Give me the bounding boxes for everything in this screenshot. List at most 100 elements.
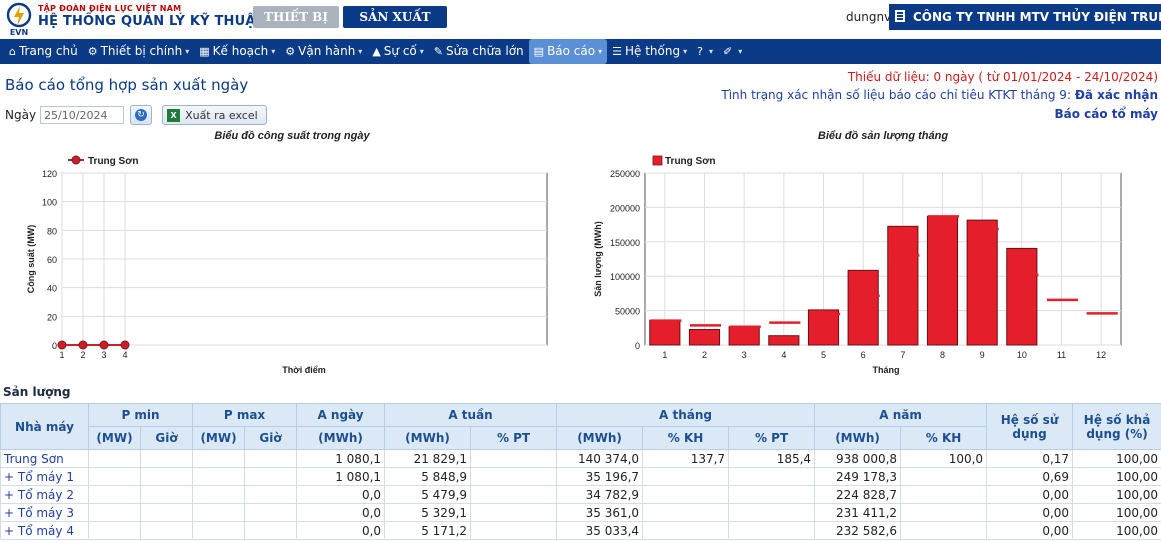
nav-item-0[interactable]: ⌂ Trang chủ — [4, 39, 83, 64]
nav-item-5[interactable]: ✎ Sửa chữa lớn — [429, 39, 529, 64]
row-plant-name[interactable]: + Tổ máy 2 — [0, 485, 89, 504]
export-excel-button[interactable]: X Xuất ra excel — [162, 105, 267, 125]
legend-label: Trung Sơn — [665, 156, 715, 167]
row-plant-name[interactable]: Trung Sơn — [0, 449, 89, 468]
company-selector[interactable]: CÔNG TY TNHH MTV THỦY ĐIỆN TRUNG SƠN — [889, 4, 1161, 30]
cell-a-month-kh — [642, 467, 730, 486]
nav-item-6[interactable]: ▤ Báo cáo ▾ — [528, 39, 608, 64]
legend-swatch — [652, 155, 663, 166]
x-tick-label: 9 — [980, 350, 985, 360]
col-pmin: P min — [87, 403, 194, 427]
cell-avail: 100,00 — [1072, 503, 1161, 522]
wrench-icon: ✎ — [433, 45, 443, 58]
y-tick-label: 50000 — [615, 307, 640, 317]
sub-a-year-kh: % KH — [900, 426, 988, 450]
cell-a-week: 21 829,1 — [384, 449, 472, 468]
cell-a-month-kh — [642, 521, 730, 540]
cell-pmax-h — [244, 485, 298, 504]
nav-item-7[interactable]: ☰ Hệ thống ▾ — [607, 39, 692, 64]
cell-pmin-mw — [88, 503, 141, 522]
col-a-year: A năm — [814, 403, 988, 427]
y-axis-label: Sản lượng (MWh) — [593, 221, 603, 296]
y-tick-label: 150000 — [610, 238, 640, 248]
refresh-icon: ↻ — [135, 109, 148, 121]
gears-icon: ⚙ — [87, 45, 98, 58]
cell-pmax-mw — [192, 503, 246, 522]
cell-a-year: 224 828,7 — [814, 485, 902, 504]
cell-pmax-mw — [192, 449, 246, 468]
y-axis-label: Công suất (MW) — [26, 225, 36, 293]
y-tick-label: 0 — [52, 341, 57, 351]
cell-a-day: 0,0 — [296, 485, 386, 504]
cell-avail: 100,00 — [1072, 449, 1161, 468]
nav-item-3[interactable]: ⚙ Vận hành ▾ — [280, 39, 367, 64]
system-title: HỆ THỐNG QUẢN LÝ KỸ THUẬT — [38, 14, 265, 29]
x-tick-label: 6 — [861, 350, 866, 360]
cell-usage: 0,17 — [986, 449, 1074, 468]
chevron-down-icon: ▾ — [708, 47, 713, 56]
cell-a-year: 249 178,3 — [814, 467, 902, 486]
chart-title: Biểu đồ công suất trong ngày — [214, 130, 370, 142]
logo-text: EVN — [10, 28, 28, 36]
cell-a-month-pt — [728, 503, 816, 522]
nav-item-8[interactable]: ? ▾ — [692, 39, 718, 64]
y-tick-label: 0 — [635, 341, 640, 351]
y-tick-label: 40 — [47, 284, 57, 294]
cell-pmax-h — [244, 467, 298, 486]
bar — [966, 219, 998, 346]
nav-item-2[interactable]: ▦ Kế hoạch ▾ — [194, 39, 280, 64]
table-row: + Tổ máy 2 0,0 5 479,9 34 782,9 224 828,7 0,0… — [0, 485, 1161, 504]
output-section-title: Sản lượng — [3, 385, 71, 399]
x-tick-label: 2 — [702, 350, 707, 360]
cell-a-week-pt — [470, 503, 558, 522]
x-tick-label: 1 — [662, 350, 667, 360]
cell-pmax-h — [244, 521, 298, 540]
cell-a-month-kh — [642, 503, 730, 522]
sub-pmin-mw: (MW) — [88, 426, 141, 450]
export-excel-label: Xuất ra excel — [185, 108, 258, 122]
row-plant-name[interactable]: + Tổ máy 3 — [0, 503, 89, 522]
bar — [728, 326, 760, 346]
tab-device[interactable]: THIẾT BỊ — [253, 6, 339, 28]
nav-item-4[interactable]: ▲ Sự cố ▾ — [367, 39, 428, 64]
cell-a-month: 34 782,9 — [556, 485, 644, 504]
tab-production[interactable]: SẢN XUẤT ĐIỆN — [343, 6, 447, 46]
x-tick-label: 2 — [80, 350, 85, 360]
cell-avail: 100,00 — [1072, 485, 1161, 504]
cell-pmin-mw — [88, 449, 141, 468]
x-tick-label: 3 — [742, 350, 747, 360]
plot-area — [644, 172, 1122, 346]
top-header: EVN TẬP ĐOÀN ĐIỆN LỰC VIỆT NAM HỆ THỐNG … — [0, 0, 1161, 46]
refresh-button[interactable]: ↻ — [130, 105, 153, 125]
col-a-month: A tháng — [556, 403, 816, 427]
cell-a-week-pt — [470, 449, 558, 468]
username[interactable]: dungnv — [846, 10, 891, 24]
chevron-down-icon: ▾ — [683, 47, 688, 56]
nav-item-1[interactable]: ⚙ Thiết bị chính ▾ — [83, 39, 195, 64]
bar — [887, 225, 919, 346]
cell-a-month: 35 361,0 — [556, 503, 644, 522]
sub-pmax-hour: Giờ — [244, 426, 298, 450]
cell-a-year-kh — [900, 521, 988, 540]
x-axis-label: Tháng — [873, 365, 900, 375]
data-point — [57, 340, 67, 350]
cell-usage: 0,00 — [986, 485, 1074, 504]
cell-pmax-mw — [192, 485, 246, 504]
data-point — [99, 340, 109, 350]
cell-pmin-mw — [88, 485, 141, 504]
building-icon — [895, 10, 905, 22]
machine-report-link[interactable]: Báo cáo tổ máy — [1054, 107, 1158, 121]
date-input[interactable] — [40, 106, 125, 124]
table-row: Trung Sơn 1 080,1 21 829,1 140 374,0 137,7 18… — [0, 449, 1161, 468]
sub-pmax-mw: (MW) — [192, 426, 246, 450]
y-tick-label: 60 — [47, 255, 57, 265]
sub-a-week-mwh: (MWh) — [384, 426, 472, 450]
cell-a-week: 5 329,1 — [384, 503, 472, 522]
cell-a-year-kh: 100,0 — [900, 449, 988, 468]
col-a-week: A tuần — [384, 403, 558, 427]
chevron-down-icon: ▾ — [738, 47, 743, 56]
nav-item-9[interactable]: ✐ ▾ — [718, 39, 747, 64]
row-plant-name[interactable]: + Tổ máy 1 — [0, 467, 89, 486]
row-plant-name[interactable]: + Tổ máy 4 — [0, 521, 89, 540]
nav-item-label: Trang chủ — [18, 44, 78, 58]
